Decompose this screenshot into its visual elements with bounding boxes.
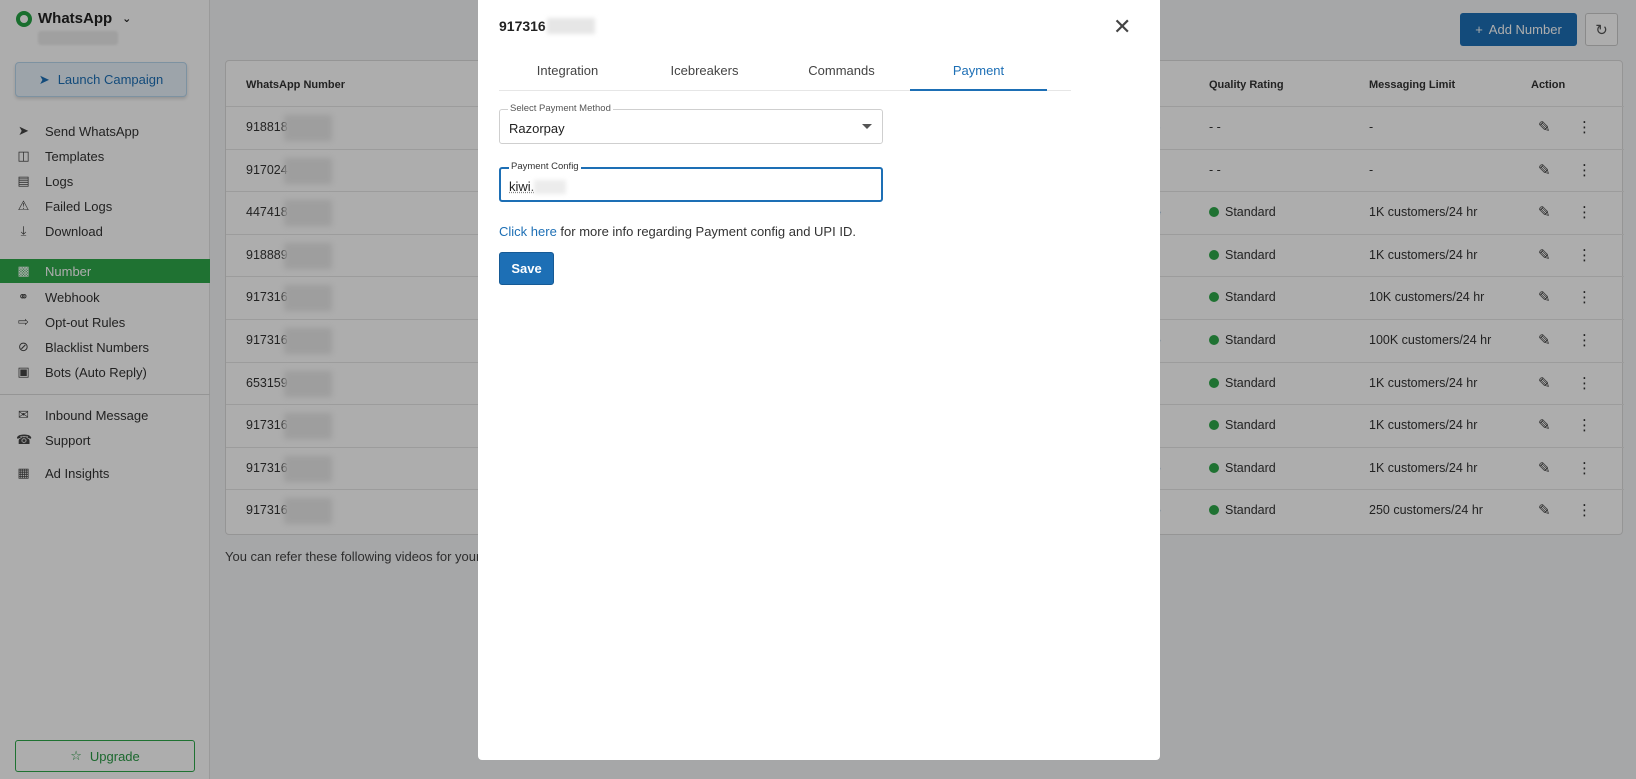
redacted-config	[534, 180, 567, 194]
info-description: for more info regarding Payment config a…	[556, 224, 856, 239]
payment-config-input[interactable]: Payment Config kiwi.	[499, 161, 883, 202]
dialog-title-number: 917316	[499, 18, 546, 34]
payment-method-value: Razorpay	[509, 121, 565, 136]
payment-info-text: Click here for more info regarding Payme…	[499, 224, 856, 239]
dropdown-caret-icon	[862, 124, 872, 129]
dialog-tabs: Integration Icebreakers Commands Payment	[499, 55, 1071, 91]
payment-config-label: Payment Config	[509, 161, 581, 172]
tab-payment[interactable]: Payment	[910, 55, 1047, 91]
payment-config-value: kiwi.	[509, 179, 567, 194]
tab-commands[interactable]: Commands	[773, 55, 910, 91]
save-button[interactable]: Save	[499, 252, 554, 285]
dialog-title: 917316	[499, 18, 595, 34]
close-icon[interactable]: ✕	[1113, 14, 1131, 40]
click-here-link[interactable]: Click here	[499, 224, 557, 239]
payment-method-label: Select Payment Method	[508, 103, 613, 114]
number-settings-dialog: 917316 ✕ Integration Icebreakers Command…	[478, 0, 1160, 760]
redacted-digits	[546, 18, 595, 34]
tab-icebreakers[interactable]: Icebreakers	[636, 55, 773, 91]
payment-method-select[interactable]: Select Payment Method Razorpay	[499, 103, 883, 144]
tab-integration[interactable]: Integration	[499, 55, 636, 91]
payment-config-text: kiwi.	[509, 179, 535, 194]
